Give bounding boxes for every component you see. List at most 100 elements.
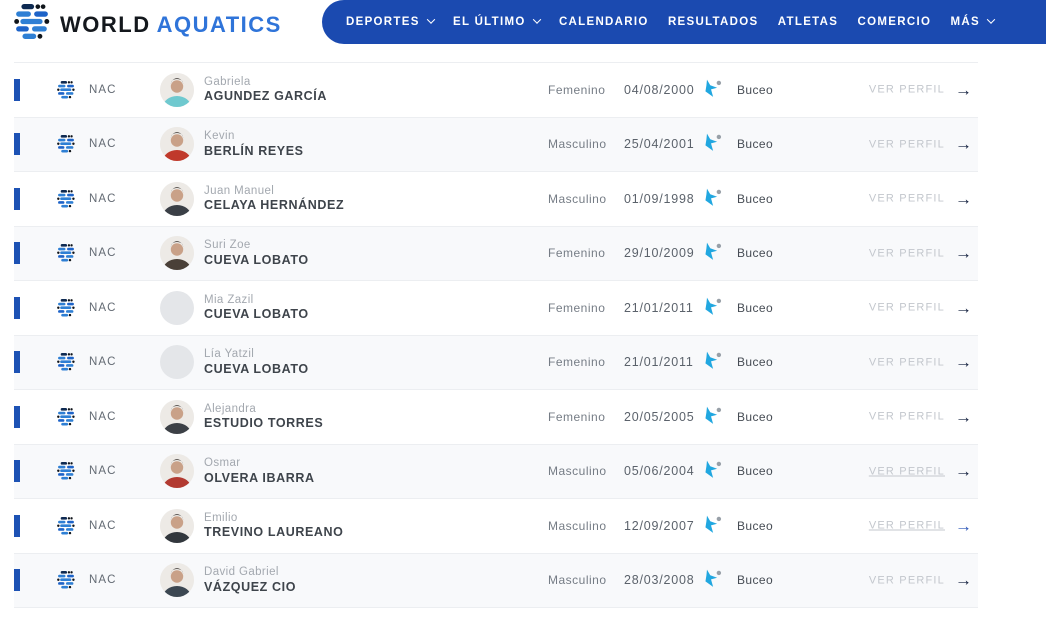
- sport-name: Buceo: [737, 191, 774, 206]
- table-row[interactable]: NAC Alejandra ESTUDIO TORRES Femenino 20…: [14, 390, 978, 445]
- view-profile-link[interactable]: VER PERFIL →: [869, 572, 972, 589]
- diving-sport-icon: [702, 242, 725, 265]
- row-accent-bar: [14, 133, 20, 156]
- arrow-right-icon: →: [955, 352, 972, 372]
- nav-item-label: RESULTADOS: [667, 16, 759, 28]
- arrow-right-icon: →: [955, 407, 972, 427]
- chevron-down-icon: [986, 15, 996, 24]
- sport-name: Buceo: [737, 464, 774, 479]
- athlete-name: Emilio TREVINO LAUREANO: [204, 511, 343, 541]
- nav-item-resultados[interactable]: RESULTADOS: [668, 16, 759, 28]
- page: Nacimiento WORLDAQUATICS DEPORT: [0, 0, 1046, 620]
- view-profile-label: VER PERFIL: [868, 519, 945, 532]
- nav-item-calendario[interactable]: CALENDARIO: [559, 16, 649, 28]
- athlete-first-name: Mia Zazil: [204, 293, 254, 306]
- country-code: NAC: [89, 356, 117, 369]
- athlete-first-name: Suri Zoe: [204, 239, 251, 252]
- nav-item-comercio[interactable]: COMERCIO: [858, 16, 932, 28]
- athlete-gender: Femenino: [548, 300, 606, 315]
- athlete-avatar: [160, 72, 194, 107]
- athlete-last-name: CUEVA LOBATO: [204, 252, 309, 267]
- nav-item-el-ltimo[interactable]: EL ÚLTIMO: [453, 15, 541, 28]
- table-row[interactable]: NAC Osmar OLVERA IBARRA Masculino 05/06/…: [14, 444, 978, 499]
- sport-name: Buceo: [737, 409, 774, 424]
- athlete-avatar: [160, 454, 194, 489]
- athlete-name: Alejandra ESTUDIO TORRES: [204, 402, 323, 432]
- sport-name: Buceo: [737, 82, 774, 97]
- federation-flag-icon: [57, 298, 75, 317]
- row-accent-bar: [14, 242, 20, 265]
- athlete-table-body: NAC Gabriela AGUNDEZ GARCÍA Femenino 04/…: [14, 63, 978, 608]
- view-profile-label: VER PERFIL: [868, 192, 945, 205]
- athlete-name: Lía Yatzil CUEVA LOBATO: [204, 347, 309, 377]
- athlete-last-name: CELAYA HERNÁNDEZ: [204, 198, 345, 213]
- athlete-name: Gabriela AGUNDEZ GARCÍA: [204, 75, 327, 105]
- view-profile-link[interactable]: VER PERFIL →: [869, 517, 972, 534]
- table-row[interactable]: NAC Juan Manuel CELAYA HERNÁNDEZ Masculi…: [14, 172, 978, 227]
- diving-sport-icon: [702, 460, 725, 483]
- table-row[interactable]: NAC Kevin BERLÍN REYES Masculino 25/04/2…: [14, 117, 978, 172]
- table-row[interactable]: NAC Emilio TREVINO LAUREANO Masculino 12…: [14, 499, 978, 554]
- world-aquatics-logo-icon: [14, 4, 50, 45]
- athlete-first-name: Kevin: [204, 130, 235, 143]
- athlete-avatar: [160, 399, 194, 434]
- view-profile-label: VER PERFIL: [868, 138, 945, 151]
- table-row[interactable]: NAC Mia Zazil CUEVA LOBATO Femenino 21/0…: [14, 281, 978, 336]
- view-profile-link[interactable]: VER PERFIL →: [869, 81, 972, 98]
- athlete-gender: Masculino: [548, 191, 607, 206]
- view-profile-link[interactable]: VER PERFIL →: [869, 245, 972, 262]
- nav-item-m-s[interactable]: MÁS: [951, 15, 996, 28]
- country-code: NAC: [89, 192, 117, 205]
- federation-flag-icon: [57, 353, 75, 371]
- view-profile-label: VER PERFIL: [868, 301, 945, 314]
- athlete-gender: Femenino: [548, 409, 606, 424]
- diving-sport-icon: [702, 569, 725, 592]
- athlete-name: Kevin BERLÍN REYES: [204, 129, 304, 159]
- row-accent-bar: [14, 78, 20, 101]
- nav-item-atletas[interactable]: ATLETAS: [778, 16, 838, 28]
- view-profile-link[interactable]: VER PERFIL →: [869, 408, 972, 425]
- table-row[interactable]: NAC Lía Yatzil CUEVA LOBATO Femenino 21/…: [14, 335, 978, 390]
- athlete-avatar: [160, 290, 194, 325]
- nav-item-deportes[interactable]: DEPORTES: [346, 15, 435, 28]
- arrow-right-icon: →: [955, 243, 972, 263]
- view-profile-link[interactable]: VER PERFIL →: [869, 463, 972, 480]
- athlete-gender: Femenino: [548, 82, 606, 97]
- arrow-right-icon: →: [955, 298, 972, 318]
- athlete-last-name: CUEVA LOBATO: [204, 307, 309, 322]
- athlete-birthdate: 20/05/2005: [624, 409, 695, 424]
- view-profile-label: VER PERFIL: [868, 465, 945, 478]
- view-profile-label: VER PERFIL: [868, 410, 945, 423]
- athlete-last-name: BERLÍN REYES: [204, 143, 304, 158]
- diving-sport-icon: [702, 351, 725, 374]
- country-code: NAC: [89, 410, 117, 423]
- nav-item-label: ATLETAS: [777, 16, 839, 28]
- athlete-last-name: VÁZQUEZ CIO: [204, 579, 297, 594]
- athlete-birthdate: 12/09/2007: [624, 518, 695, 533]
- athlete-first-name: Alejandra: [204, 402, 257, 415]
- view-profile-label: VER PERFIL: [868, 356, 945, 369]
- table-row[interactable]: NAC Suri Zoe CUEVA LOBATO Femenino 29/10…: [14, 226, 978, 281]
- country-code: NAC: [89, 465, 117, 478]
- view-profile-link[interactable]: VER PERFIL →: [869, 190, 972, 207]
- arrow-right-icon: →: [955, 461, 972, 481]
- view-profile-link[interactable]: VER PERFIL →: [869, 136, 972, 153]
- athlete-birthdate: 28/03/2008: [624, 573, 695, 588]
- arrow-right-icon: →: [955, 134, 972, 154]
- athlete-name: Mia Zazil CUEVA LOBATO: [204, 293, 309, 323]
- world-aquatics-logo[interactable]: WORLD AQUATICS: [14, 4, 282, 45]
- view-profile-link[interactable]: VER PERFIL →: [869, 299, 972, 316]
- view-profile-link[interactable]: VER PERFIL →: [869, 354, 972, 371]
- nav-item-label: DEPORTES: [346, 16, 420, 28]
- athlete-first-name: Osmar: [204, 457, 241, 470]
- diving-sport-icon: [702, 78, 725, 101]
- row-accent-bar: [14, 187, 20, 210]
- table-row[interactable]: NAC Gabriela AGUNDEZ GARCÍA Femenino 04/…: [14, 63, 978, 118]
- diving-sport-icon: [702, 187, 725, 210]
- diving-sport-icon: [702, 133, 725, 156]
- athlete-first-name: David Gabriel: [204, 566, 279, 579]
- row-accent-bar: [14, 351, 20, 374]
- table-row[interactable]: NAC David Gabriel VÁZQUEZ CIO Masculino …: [14, 553, 978, 608]
- athlete-first-name: Emilio: [204, 511, 238, 524]
- athlete-name: Juan Manuel CELAYA HERNÁNDEZ: [204, 184, 344, 214]
